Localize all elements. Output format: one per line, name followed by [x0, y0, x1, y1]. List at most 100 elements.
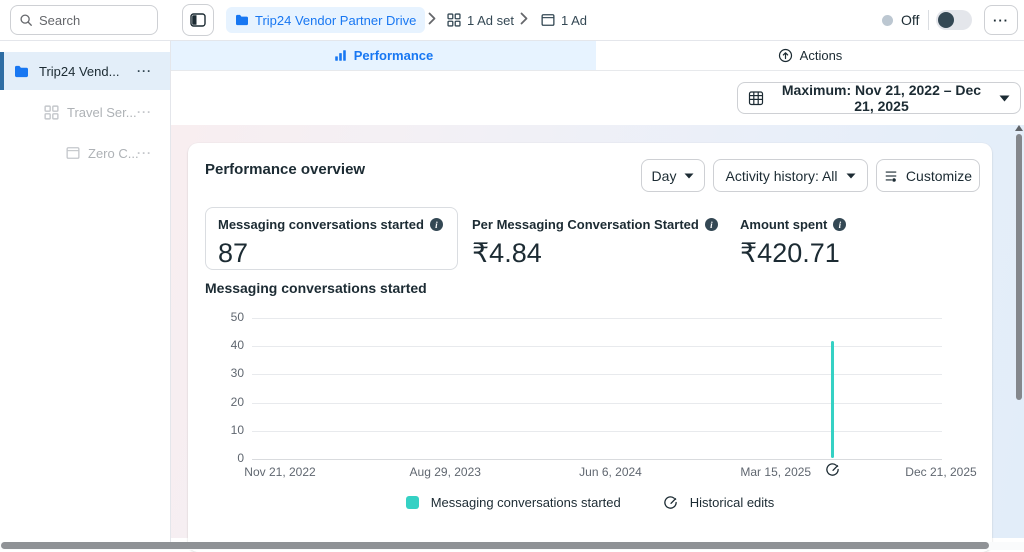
sidebar-toggle-button[interactable] — [182, 4, 214, 36]
tab-bar: Performance Actions — [171, 41, 1024, 71]
performance-overview-card: Performance overview Day Activity histor… — [188, 143, 992, 552]
day-dropdown-label: Day — [652, 168, 677, 184]
horizontal-scrollbar[interactable] — [0, 542, 1024, 550]
caret-down-icon — [999, 95, 1010, 102]
scroll-up-arrow[interactable] — [1015, 125, 1023, 131]
legend-label-conversations: Messaging conversations started — [431, 495, 621, 510]
breadcrumb-campaign[interactable]: Trip24 Vendor Partner Drive — [226, 7, 425, 33]
historical-edits-icon — [663, 495, 678, 510]
toggle-knob — [938, 12, 954, 28]
horizontal-scrollbar-thumb[interactable] — [1, 542, 989, 549]
legend-label-historical-edits: Historical edits — [690, 495, 775, 510]
gridline — [252, 346, 942, 347]
breadcrumb-adset-label: 1 Ad set — [467, 13, 514, 28]
customize-sliders-icon — [884, 169, 898, 183]
y-tick-label: 10 — [231, 423, 244, 437]
search-input[interactable] — [39, 13, 139, 28]
day-dropdown[interactable]: Day — [641, 159, 705, 192]
breadcrumb-ad[interactable]: 1 Ad — [541, 8, 587, 32]
adset-grid-icon — [44, 105, 59, 120]
gridline — [252, 431, 942, 432]
gridline — [252, 318, 942, 319]
legend-swatch — [406, 496, 419, 509]
metric-value: 87 — [218, 238, 445, 269]
folder-icon — [14, 65, 29, 78]
vertical-scrollbar[interactable] — [1015, 125, 1024, 538]
x-tick-label: Nov 21, 2022 — [244, 465, 315, 479]
y-tick-label: 0 — [237, 451, 244, 465]
gridline — [252, 374, 942, 375]
breadcrumb-ad-label: 1 Ad — [561, 13, 587, 28]
date-range-label: Maximum: Nov 21, 2022 – Dec 21, 2025 — [772, 82, 991, 114]
breadcrumb-adset[interactable]: 1 Ad set — [447, 8, 514, 32]
sidebar-item-ad[interactable]: Zero C... ··· — [0, 134, 170, 172]
gridline — [252, 403, 942, 404]
ad-status-toggle[interactable] — [936, 10, 972, 30]
vertical-scrollbar-thumb[interactable] — [1016, 134, 1022, 400]
sidebar-item-more-button[interactable]: ··· — [137, 64, 152, 78]
calendar-icon — [748, 90, 764, 106]
tab-actions-label: Actions — [800, 48, 843, 63]
circle-up-arrow-icon — [778, 48, 793, 63]
sidebar-layout-icon — [190, 12, 206, 28]
caret-down-icon — [684, 173, 694, 179]
chart-plot — [252, 318, 942, 459]
info-icon[interactable]: i — [430, 218, 443, 231]
x-tick-label: Dec 21, 2025 — [905, 465, 976, 479]
sidebar-item-more-button[interactable]: ··· — [137, 146, 152, 160]
activity-history-dropdown[interactable]: Activity history: All — [713, 159, 868, 192]
search-box[interactable] — [10, 5, 158, 35]
y-tick-label: 20 — [231, 395, 244, 409]
info-icon[interactable]: i — [705, 218, 718, 231]
card-title: Performance overview — [205, 161, 365, 178]
sidebar-item-adset[interactable]: Travel Ser... ··· — [0, 93, 170, 131]
metric-card-amount-spent[interactable]: Amount spent i ₹420.71 — [740, 207, 846, 279]
top-bar: Trip24 Vendor Partner Drive 1 Ad set 1 A… — [0, 0, 1024, 41]
chevron-right-icon — [428, 12, 436, 25]
customize-button[interactable]: Customize — [876, 159, 980, 192]
tab-performance-label: Performance — [354, 48, 433, 63]
bar-chart-icon — [334, 49, 347, 62]
customize-label: Customize — [906, 168, 972, 184]
metric-value: ₹4.84 — [472, 238, 718, 269]
chart-y-axis: 01020304050 — [198, 318, 244, 459]
sidebar-item-label: Trip24 Vend... — [39, 64, 119, 79]
divider — [928, 10, 929, 30]
metric-label: Per Messaging Conversation Started — [472, 217, 699, 232]
ad-frame-icon — [541, 13, 555, 27]
sidebar-item-label: Travel Ser... — [67, 105, 137, 120]
delivery-status-label: Off — [901, 12, 919, 28]
data-spike — [831, 341, 834, 458]
search-icon — [19, 13, 33, 27]
adset-grid-icon — [447, 13, 461, 27]
folder-icon — [235, 14, 249, 26]
y-tick-label: 30 — [231, 366, 244, 380]
metric-label: Messaging conversations started — [218, 217, 424, 232]
sidebar-item-label: Zero C... — [88, 146, 139, 161]
metric-card-cost-per-conversation[interactable]: Per Messaging Conversation Started i ₹4.… — [472, 207, 718, 279]
tab-performance[interactable]: Performance — [171, 41, 596, 70]
chart-x-axis: Nov 21, 2022Aug 29, 2023Jun 6, 2024Mar 1… — [252, 465, 942, 481]
sidebar-item-more-button[interactable]: ··· — [137, 105, 152, 119]
delivery-status-dot — [882, 15, 893, 26]
more-options-button[interactable]: ··· — [984, 5, 1018, 35]
sidebar-item-campaign[interactable]: Trip24 Vend... ··· — [0, 52, 170, 90]
toolbar: Maximum: Nov 21, 2022 – Dec 21, 2025 — [171, 71, 1024, 125]
x-tick-label: Mar 15, 2025 — [740, 465, 811, 479]
ads-manager-screen: Trip24 Vendor Partner Drive 1 Ad set 1 A… — [0, 0, 1024, 552]
chart-legend: Messaging conversations started Historic… — [188, 495, 992, 510]
y-tick-label: 40 — [231, 338, 244, 352]
x-tick-label: Jun 6, 2024 — [579, 465, 642, 479]
metric-value: ₹420.71 — [740, 238, 846, 269]
x-tick-label: Aug 29, 2023 — [410, 465, 481, 479]
caret-down-icon — [846, 173, 856, 179]
activity-history-label: Activity history: All — [725, 168, 837, 184]
metric-card-conversations[interactable]: Messaging conversations started i 87 — [205, 207, 458, 270]
date-range-button[interactable]: Maximum: Nov 21, 2022 – Dec 21, 2025 — [737, 82, 1021, 114]
chevron-right-icon — [520, 12, 528, 25]
info-icon[interactable]: i — [833, 218, 846, 231]
ad-frame-icon — [66, 146, 80, 160]
tab-actions[interactable]: Actions — [596, 41, 1024, 70]
gridline — [252, 459, 942, 460]
sidebar: Trip24 Vend... ··· Travel Ser... ··· Zer… — [0, 41, 171, 542]
